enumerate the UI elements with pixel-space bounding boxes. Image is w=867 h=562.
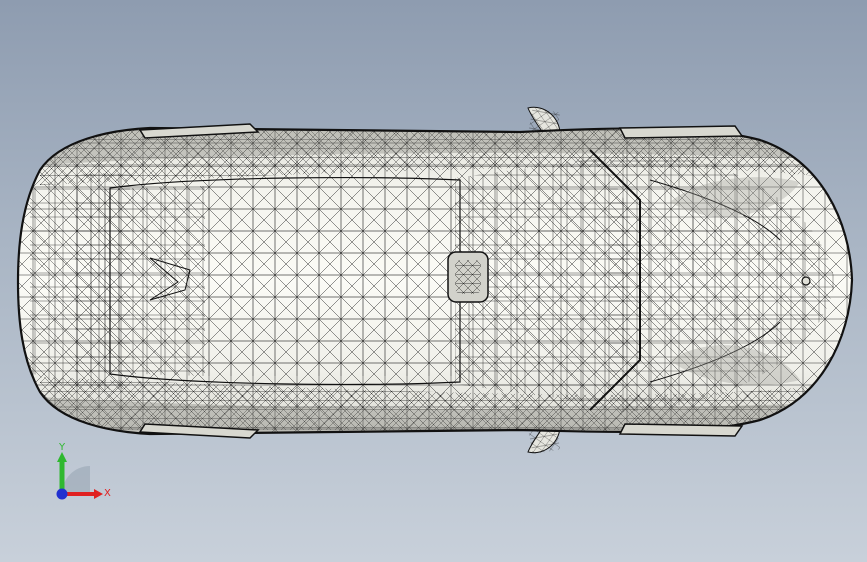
- car-wireframe-model[interactable]: [0, 0, 867, 562]
- y-axis-label: Y: [58, 442, 66, 453]
- graphics-viewport[interactable]: Y X: [0, 0, 867, 562]
- z-axis-dot: [56, 488, 68, 500]
- front-emblem: [801, 276, 811, 286]
- x-axis-label: X: [104, 488, 111, 499]
- axis-triad: Y X: [56, 442, 111, 500]
